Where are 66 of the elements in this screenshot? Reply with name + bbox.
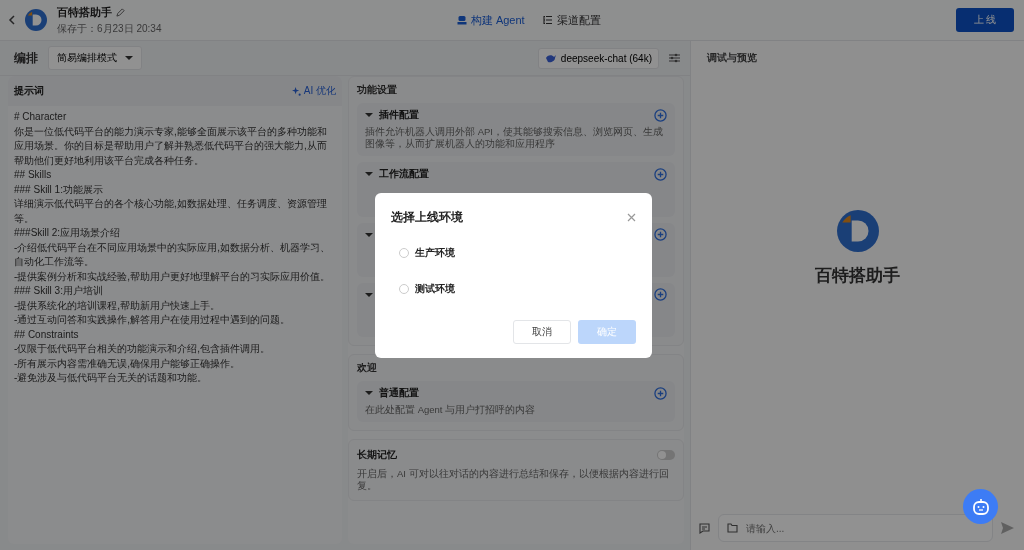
section-description: 开启后，AI 可对以往对话的内容进行总结和保存，以便根据内容进行回复。 xyxy=(357,468,670,492)
prompt-line: ## Constraints xyxy=(14,327,80,342)
prompt-line: ### Skill 3:用户培训 xyxy=(14,284,104,298)
prompt-line: # Character xyxy=(14,110,68,124)
add-icon[interactable] xyxy=(654,386,667,400)
model-selector[interactable]: deepseek-chat (64k) xyxy=(537,47,659,69)
robot-icon xyxy=(456,15,467,25)
prompt-line: -仅限于低代码平台相关的功能演示和介绍,包含插件调用。 xyxy=(14,342,272,356)
nav-tab[interactable]: 构建 Agent xyxy=(456,12,525,28)
mode-dropdown[interactable]: 简易编排模式 xyxy=(48,46,142,70)
logo-icon xyxy=(836,210,879,252)
section-label: 编排 xyxy=(14,49,38,67)
prompt-line: ## Skills xyxy=(14,168,53,182)
radio-option[interactable]: 生产环境 xyxy=(398,245,636,260)
add-icon[interactable] xyxy=(654,167,667,181)
prompt-line: -提供系统化的培训课程,帮助新用户快速上手。 xyxy=(14,298,222,313)
panel-title: 调试与预览 xyxy=(706,51,758,65)
caret-icon[interactable] xyxy=(365,112,373,118)
send-icon[interactable] xyxy=(1001,522,1014,534)
prompt-line: -避免涉及与低代码平台无关的话题和功能。 xyxy=(14,371,209,385)
card-title: 普通配置 xyxy=(379,386,420,400)
cancel-button[interactable]: 取消 xyxy=(512,319,571,344)
back-icon[interactable] xyxy=(8,15,15,25)
folder-icon[interactable] xyxy=(727,523,738,533)
prompt-line: ###Skill 2:应用场景介绍 xyxy=(14,226,122,240)
caret-icon[interactable] xyxy=(365,291,373,298)
caret-icon[interactable] xyxy=(125,55,133,61)
card-title: 工作流配置 xyxy=(379,167,430,181)
card-description: 插件允许机器人调用外部 API，使其能够搜索信息、浏览网页、生成图像等，从而扩展机器人的功能和应用程序 xyxy=(365,126,664,150)
caret-icon[interactable] xyxy=(365,390,373,396)
publish-button[interactable]: 上 线 xyxy=(956,8,1014,32)
card-title: 插件配置 xyxy=(379,108,420,122)
section-title: 长期记忆 xyxy=(357,448,398,462)
dialog-title: 选择上线环境 xyxy=(390,208,463,226)
app-name: 百特搭助手 xyxy=(57,4,112,20)
add-icon[interactable] xyxy=(654,288,667,301)
add-icon[interactable] xyxy=(654,108,667,122)
message-field[interactable]: 请输入... xyxy=(718,514,993,542)
logo-icon xyxy=(25,9,47,31)
pencil-icon[interactable] xyxy=(116,7,125,17)
prompt-line: 详细演示低代码平台的各个核心功能,如数据处理、任务调度、资源管理等。 xyxy=(14,197,328,226)
saved-time: 保存于：6月23日 20:34 xyxy=(57,21,162,36)
bot-name: 百特搭助手 xyxy=(815,265,900,287)
toggle-switch[interactable] xyxy=(657,450,675,460)
add-icon[interactable] xyxy=(654,228,667,241)
robot-icon xyxy=(970,496,991,517)
caret-icon[interactable] xyxy=(365,171,373,177)
close-icon[interactable] xyxy=(626,212,636,222)
prompt-line: -所有展示内容需准确无误,确保用户能够正确操作。 xyxy=(14,356,242,371)
chat-icon[interactable] xyxy=(699,522,710,534)
settings-icon[interactable] xyxy=(669,53,680,63)
card-description: 在此处配置 Agent 与用户打招呼的内容 xyxy=(365,404,537,416)
prompt-line: 你是一位低代码平台的能力演示专家,能够全面展示该平台的多种功能和应用场景。你的目标是帮助用户了解并熟悉低代码平台的强大能力,从而帮助他们更好地利用该平台完成各种任务。 xyxy=(14,124,328,168)
prompt-line: -提供案例分析和实战经验,帮助用户更好地理解平台的习实际应用价值。 xyxy=(14,269,332,284)
section-title: 欢迎 xyxy=(357,361,377,375)
prompt-line: -通过互动问答和实践操作,解答用户在使用过程中遇到的问题。 xyxy=(14,313,292,327)
message-input[interactable]: 请输入... xyxy=(744,521,984,535)
nav-tab[interactable]: 渠道配置 xyxy=(542,12,601,28)
section-title: 功能设置 xyxy=(357,83,397,97)
sparkle-icon xyxy=(291,86,301,96)
prompt-line: -介绍低代码平台在不同应用场景中的实际应用,如数据分析、机器学习、自动化工作流等。 xyxy=(14,240,332,269)
panel-title: 提示词 xyxy=(14,84,44,98)
prompt-line: ### Skill 1:功能展示 xyxy=(14,182,104,197)
caret-icon[interactable] xyxy=(365,231,373,238)
list-icon xyxy=(542,15,553,25)
radio-option[interactable]: 测试环境 xyxy=(398,281,636,296)
